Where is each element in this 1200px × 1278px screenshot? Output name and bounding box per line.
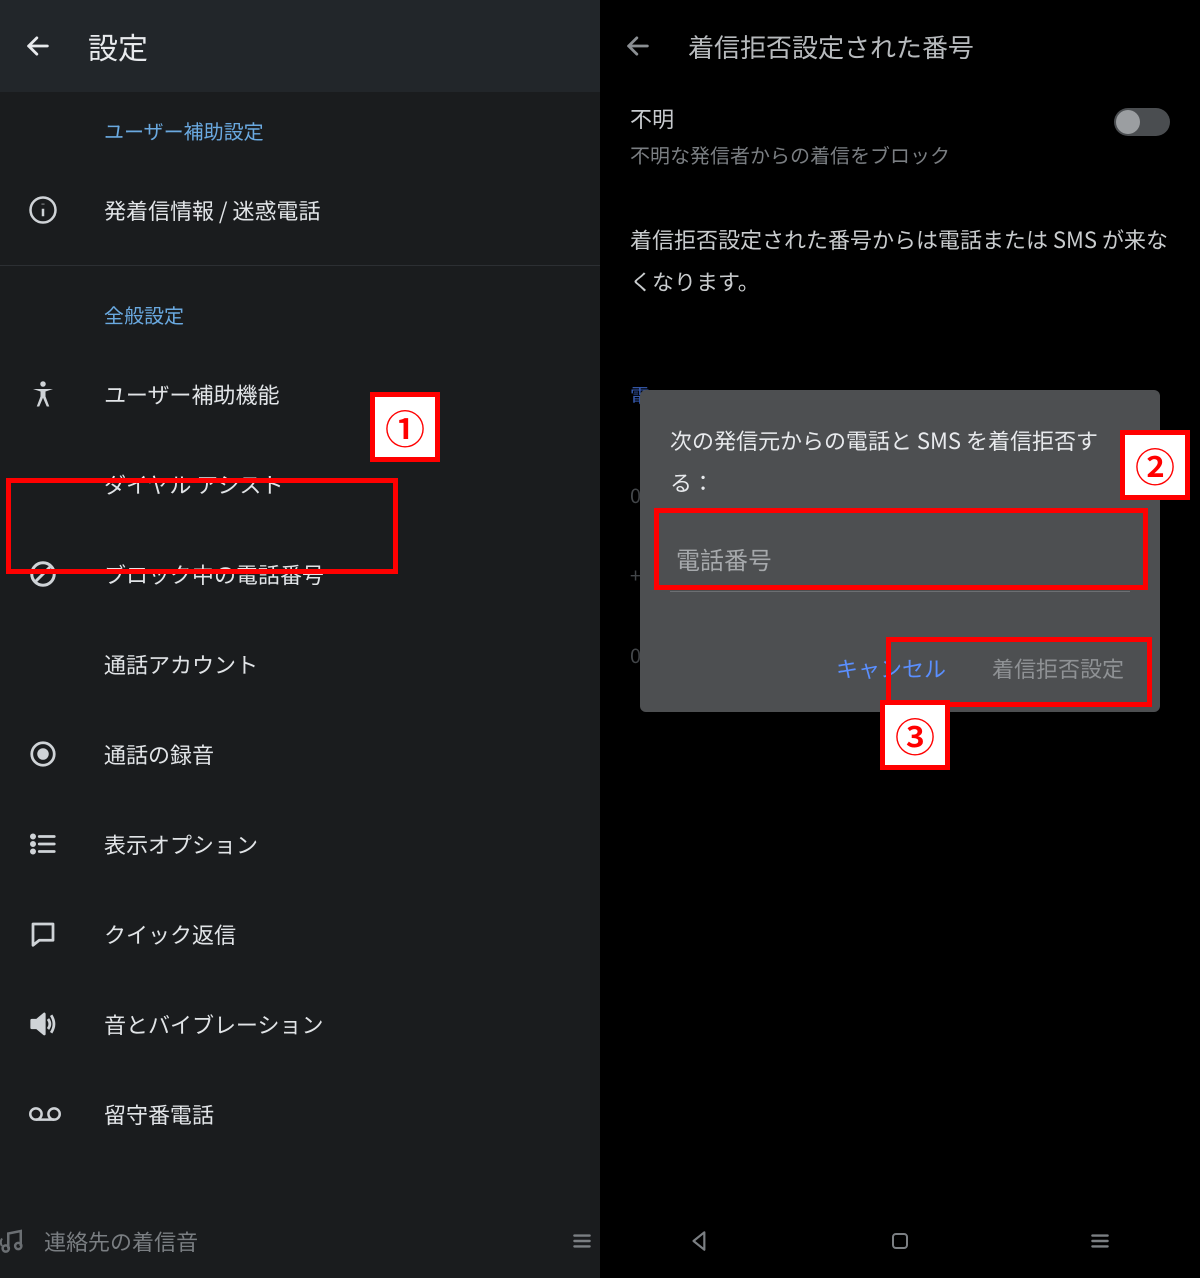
item-label: ユーザー補助機能 [104, 378, 280, 410]
item-label: 通話アカウント [104, 648, 258, 680]
dialog-title: 次の発信元からの電話と SMS を着信拒否する： [670, 420, 1130, 504]
accessibility-icon [20, 379, 104, 409]
section-general: 全般設定 [0, 276, 600, 349]
item-quick-reply[interactable]: クイック返信 [0, 889, 600, 979]
item-dial-assist[interactable]: ダイヤル アシスト [0, 439, 600, 529]
cancel-button[interactable]: キャンセル [830, 642, 952, 694]
block-icon [20, 559, 104, 589]
left-header: 設定 [0, 0, 600, 92]
blocked-numbers-pane: 着信拒否設定された番号 不明 不明な発信者からの着信をブロック 着信拒否設定され… [600, 0, 1200, 1278]
unknown-toggle[interactable] [1114, 108, 1170, 136]
item-blocked-numbers[interactable]: ブロック中の電話番号 [0, 529, 600, 619]
item-label: 発着信情報 / 迷惑電話 [104, 194, 320, 226]
chat-icon [20, 919, 104, 949]
right-header: 着信拒否設定された番号 [600, 0, 1200, 92]
item-display-options[interactable]: 表示オプション [0, 799, 600, 889]
settings-pane: 設定 ユーザー補助設定 発着信情報 / 迷惑電話 全般設定 ユーザー補助機能 ダ… [0, 0, 600, 1278]
page-title: 設定 [88, 24, 148, 68]
divider [0, 265, 600, 266]
list-icon [20, 829, 104, 859]
item-label: ダイヤル アシスト [104, 468, 283, 500]
unknown-title: 不明 [630, 102, 1114, 134]
back-button[interactable] [18, 26, 58, 66]
phone-number-input[interactable] [670, 534, 1130, 592]
item-call-accounts[interactable]: 通話アカウント [0, 619, 600, 709]
info-text: 着信拒否設定された番号からは電話または SMS が来なくなります。 [600, 179, 1200, 333]
item-call-recording[interactable]: 通話の録音 [0, 709, 600, 799]
item-label: 通話の録音 [104, 738, 214, 770]
left-navbar: 連絡先の着信音 [0, 1204, 600, 1278]
confirm-block-button[interactable]: 着信拒否設定 [986, 642, 1130, 694]
nav-home-icon[interactable] [882, 1223, 918, 1259]
item-accessibility[interactable]: ユーザー補助機能 [0, 349, 600, 439]
item-label: 留守番電話 [104, 1098, 214, 1130]
page-title: 着信拒否設定された番号 [688, 28, 974, 65]
section-user-assist: ユーザー補助設定 [0, 92, 600, 165]
info-icon [20, 195, 104, 225]
unknown-subtitle: 不明な発信者からの着信をブロック [630, 140, 1114, 169]
right-navbar [600, 1204, 1200, 1278]
nav-menu-icon[interactable] [564, 1223, 600, 1259]
speaker-icon [20, 1009, 104, 1039]
back-button[interactable] [618, 26, 658, 66]
voicemail-icon [20, 1099, 104, 1129]
nav-recents-icon[interactable] [1082, 1223, 1118, 1259]
item-label: ブロック中の電話番号 [104, 558, 324, 590]
item-label: クイック返信 [104, 918, 236, 950]
ringtone-icon[interactable] [0, 1223, 30, 1259]
nav-back-icon[interactable] [682, 1223, 718, 1259]
unknown-caller-row[interactable]: 不明 不明な発信者からの着信をブロック [600, 92, 1200, 179]
item-sound-vibration[interactable]: 音とバイブレーション [0, 979, 600, 1069]
item-label: 表示オプション [104, 828, 258, 860]
item-voicemail[interactable]: 留守番電話 [0, 1069, 600, 1159]
item-label: 音とバイブレーション [104, 1008, 324, 1040]
item-caller-info[interactable]: 発着信情報 / 迷惑電話 [0, 165, 600, 255]
record-icon [20, 739, 104, 769]
item-contact-ringtone[interactable]: 連絡先の着信音 [30, 1225, 564, 1257]
block-number-dialog: 次の発信元からの電話と SMS を着信拒否する： キャンセル 着信拒否設定 [640, 390, 1160, 712]
